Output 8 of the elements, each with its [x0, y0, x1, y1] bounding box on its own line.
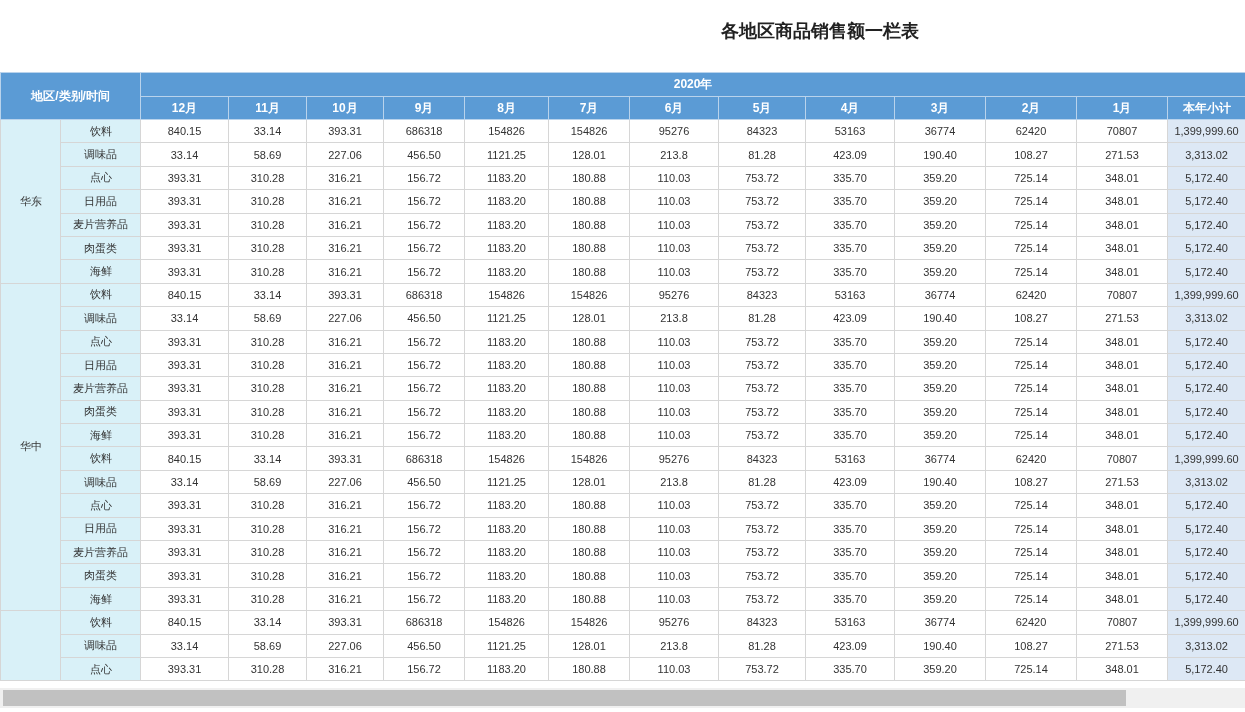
scrollbar-thumb[interactable]	[3, 690, 1126, 706]
region-cell: 华中	[0, 283, 61, 611]
horizontal-scrollbar[interactable]	[0, 688, 1245, 708]
corner-header: 地区/类别/时间	[0, 72, 141, 120]
region-cell: 华东	[0, 119, 61, 284]
region-cell	[0, 610, 61, 681]
year-header: 2020年	[140, 72, 1245, 97]
report-title: 各地区商品销售额一栏表	[721, 20, 919, 43]
